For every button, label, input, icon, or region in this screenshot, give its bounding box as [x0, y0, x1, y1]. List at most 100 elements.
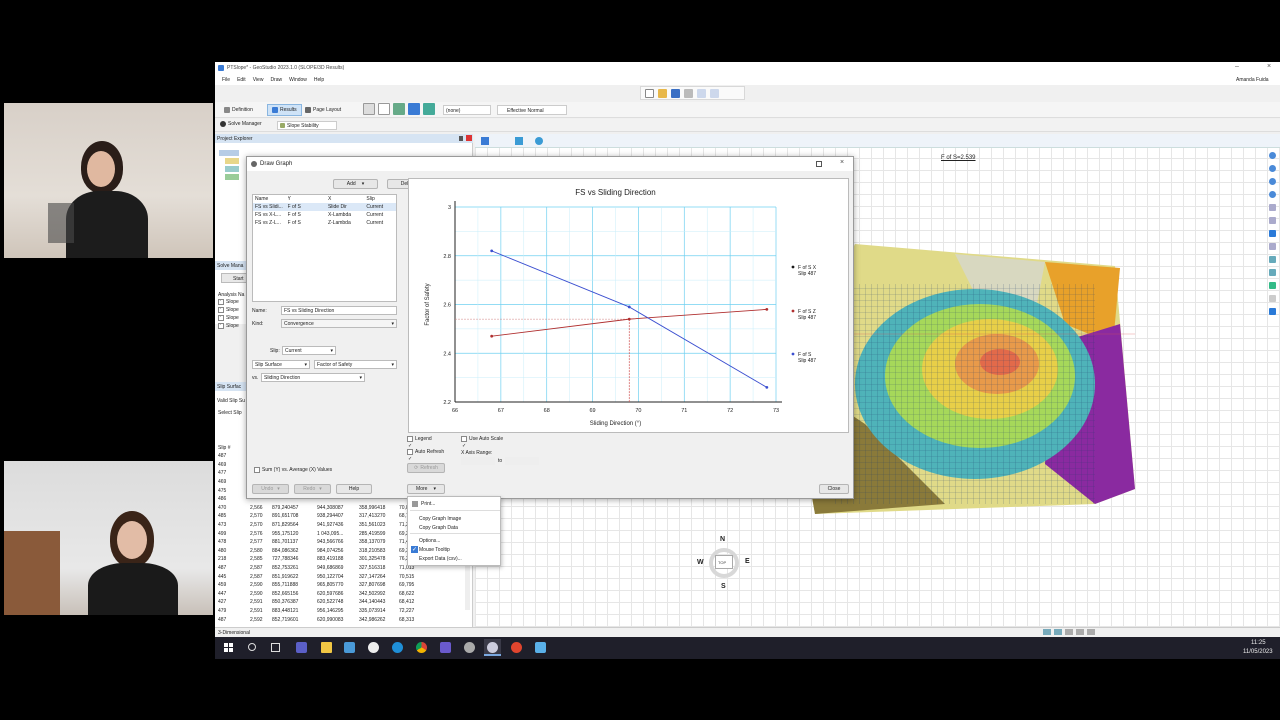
kind-select[interactable]: Convergence ▾	[281, 319, 397, 328]
compass-widget[interactable]: N S E W TOP	[695, 536, 755, 594]
x-param-select[interactable]: Sliding Direction ▾	[261, 373, 365, 382]
app-icon-red[interactable]	[511, 642, 522, 653]
chrome-alt-icon[interactable]	[368, 642, 379, 653]
start-menu-icon[interactable]	[224, 643, 233, 652]
slip-table-row[interactable]: 479 2,591 883,448121 956,146295 335,073914 72…	[218, 607, 466, 616]
start-button[interactable]: Start	[221, 273, 247, 283]
help-button[interactable]: Help	[336, 484, 372, 494]
slip-table-row[interactable]: 459 2,590 855,711888 965,805770 327,807698 69…	[218, 581, 466, 590]
menu-file[interactable]: File	[222, 77, 230, 83]
x-range-max-input[interactable]	[505, 457, 539, 465]
menu-item-copy-data[interactable]: Copy Graph Data	[410, 523, 500, 532]
tab-results[interactable]: Results	[267, 104, 302, 116]
clock-date[interactable]: 11/05/2023	[1243, 649, 1273, 655]
teams-icon[interactable]	[296, 642, 307, 653]
tab-definition[interactable]: Definition	[224, 105, 253, 115]
undo-icon[interactable]	[697, 88, 706, 98]
analysis-checkbox-1[interactable]	[218, 299, 224, 305]
slope-stability-combo[interactable]: Slope Stability	[277, 121, 337, 130]
user-name[interactable]: Amanda Fuida	[1236, 77, 1269, 83]
analysis-list[interactable]: Slope Slope Slope Slope	[218, 298, 248, 330]
analysis-checkbox-3[interactable]	[218, 315, 224, 321]
sum-average-checkbox[interactable]: Sum (Y) vs. Average (X) Values	[254, 467, 332, 473]
app-icon-blue[interactable]	[344, 642, 355, 653]
pin-icon[interactable]	[459, 136, 463, 141]
close-window-button[interactable]: ×	[1267, 63, 1271, 70]
light-icon[interactable]	[1268, 256, 1276, 263]
slip-table-row[interactable]: 445 2,587 851,919622 950,122704 327,147264 70…	[218, 572, 466, 581]
zoom-in-icon[interactable]	[1268, 152, 1276, 159]
close-button[interactable]: Close	[819, 484, 849, 494]
save-icon[interactable]	[671, 88, 680, 98]
combo-stress[interactable]: Effective Normal	[497, 105, 567, 115]
graphs-list[interactable]: Name Y X Slip FS vs Slidi... F of S Slid…	[252, 194, 397, 302]
menu-edit[interactable]: Edit	[237, 77, 246, 83]
layers-icon[interactable]	[1268, 282, 1276, 289]
analysis-checkbox-4[interactable]	[218, 323, 224, 329]
graph-icon[interactable]	[378, 103, 390, 115]
analysis-checkbox-2[interactable]	[218, 307, 224, 313]
chrome-icon[interactable]	[416, 642, 427, 653]
app-icon-cube[interactable]	[535, 642, 546, 653]
menu-item-options[interactable]: Options...	[410, 536, 500, 545]
stress-icon[interactable]	[423, 103, 435, 115]
zoom-window-icon[interactable]	[1268, 191, 1276, 198]
graph-row-3[interactable]: FS vs Z-L... F of S Z-Lambda Current	[253, 219, 396, 227]
graph-row-2[interactable]: FS vs X-L... F of S X-Lambda Current	[253, 211, 396, 219]
clip-icon[interactable]	[1268, 295, 1276, 302]
view-cube-icon[interactable]	[481, 137, 489, 145]
app-icon-gear[interactable]	[464, 642, 475, 653]
zoom-fit-icon[interactable]	[1268, 178, 1276, 185]
geostudio-icon[interactable]	[484, 639, 501, 656]
select-icon[interactable]	[1268, 230, 1276, 237]
explorer-tree[interactable]	[219, 148, 249, 208]
y-param-select[interactable]: Factor of Safety ▾	[314, 360, 397, 369]
redo-button[interactable]: Redo ▾	[294, 484, 331, 494]
slip-table-row[interactable]: 487 2,592 852,719601 620,990083 342,986262 68…	[218, 615, 466, 624]
menu-item-mouse-tooltip[interactable]: ✓ Mouse Tooltip	[410, 545, 500, 554]
menu-help[interactable]: Help	[314, 77, 324, 83]
view-globe-icon[interactable]	[535, 137, 543, 145]
auto-refresh-checkbox[interactable]: Auto Refresh	[407, 449, 444, 455]
use-auto-scale-checkbox[interactable]: Use Auto Scale	[461, 436, 503, 442]
menu-view[interactable]: View	[253, 77, 264, 83]
panel-close-icon[interactable]	[466, 135, 472, 141]
orbit-icon[interactable]	[1268, 243, 1276, 250]
new-file-icon[interactable]	[645, 88, 654, 98]
zoom-out-icon[interactable]	[1268, 165, 1276, 172]
open-folder-icon[interactable]	[658, 88, 667, 98]
menu-draw[interactable]: Draw	[270, 77, 282, 83]
dialog-close-icon[interactable]: ×	[840, 159, 844, 166]
menu-window[interactable]: Window	[289, 77, 307, 83]
edge-icon[interactable]	[392, 642, 403, 653]
refresh-button[interactable]: ⟳ Refresh	[407, 463, 445, 473]
print-icon[interactable]	[684, 88, 693, 98]
file-explorer-icon[interactable]	[321, 642, 332, 653]
fs-chart[interactable]: FS vs Sliding Direction 66 67 68 69 70 71 72 73 2…	[409, 179, 850, 434]
menu-item-print[interactable]: Print...	[410, 499, 500, 508]
name-input[interactable]: FS vs Sliding Direction	[281, 306, 397, 315]
x-range-min-input[interactable]	[461, 457, 495, 465]
undo-button[interactable]: Undo ▾	[252, 484, 289, 494]
camera-icon[interactable]	[1268, 269, 1276, 276]
menu-item-export-csv[interactable]: Export Data (csv)...	[410, 554, 500, 563]
app-icon-purple[interactable]	[440, 642, 451, 653]
more-button[interactable]: More ▾	[407, 484, 445, 494]
rotate-icon[interactable]	[1268, 217, 1276, 224]
redo-icon[interactable]	[710, 88, 719, 98]
axes-icon[interactable]	[1268, 308, 1276, 315]
slip-table-row[interactable]: 447 2,590 852,665156 620,597686 342,502992 68…	[218, 590, 466, 599]
minimize-button[interactable]: –	[1235, 63, 1239, 70]
y-source-select[interactable]: Slip Surface ▾	[252, 360, 310, 369]
task-view-icon[interactable]	[271, 643, 280, 652]
add-button[interactable]: Add ▾	[333, 179, 378, 189]
graph-row-1[interactable]: FS vs Slidi... F of S Slide Dir Current	[253, 203, 396, 211]
clock-time[interactable]: 11:25	[1251, 640, 1266, 646]
table-icon[interactable]	[363, 103, 375, 115]
dialog-maximize-icon[interactable]	[816, 161, 822, 167]
combo-none[interactable]: (none)	[443, 105, 491, 115]
tab-page-layout[interactable]: Page Layout	[305, 105, 341, 115]
search-icon[interactable]	[248, 643, 256, 651]
mesh-icon[interactable]	[393, 103, 405, 115]
slip-table-row[interactable]: 427 2,591 850,376387 620,522748 344,140443 68…	[218, 598, 466, 607]
